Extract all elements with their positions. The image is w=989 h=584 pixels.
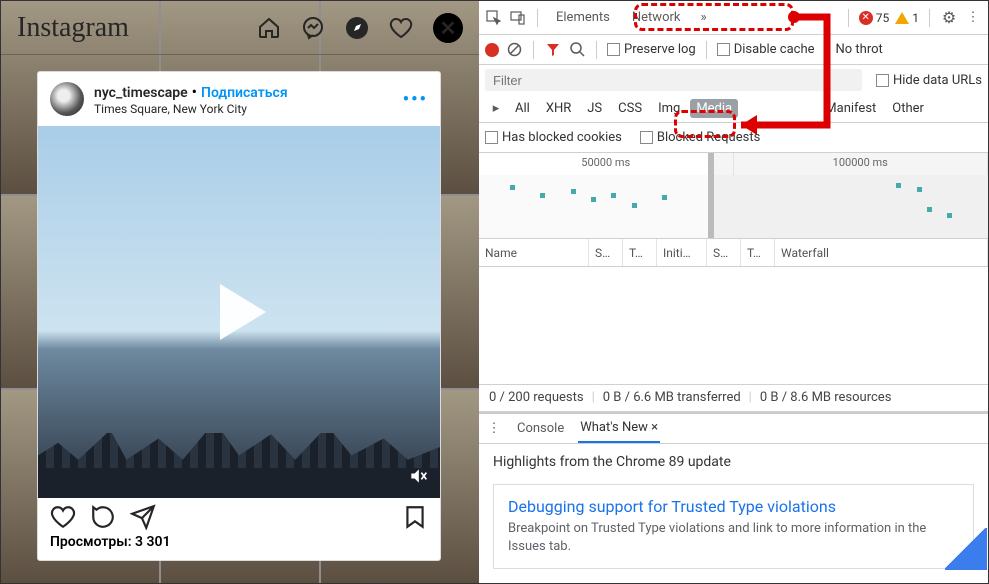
disable-cache-checkbox[interactable]: Disable cache: [717, 42, 815, 57]
messenger-icon[interactable]: [301, 16, 325, 40]
ig-topbar: Instagram ✕: [1, 1, 479, 55]
network-toolbar: Preserve log Disable cache No throt: [479, 35, 988, 65]
timeline-handle[interactable]: [708, 153, 714, 238]
filter-other[interactable]: Other: [886, 99, 930, 118]
col-waterfall[interactable]: Waterfall: [775, 239, 988, 266]
mute-icon[interactable]: [408, 466, 428, 486]
card-title: Debugging support for Trusted Type viola…: [508, 497, 959, 516]
post-header: nyc_timescape • Подписаться Times Square…: [38, 72, 440, 126]
request-type-filters: ▸ All XHR JS CSS Img Media Font WS Manif…: [479, 95, 988, 123]
col-time[interactable]: T…: [741, 239, 775, 266]
drawer-tab-console[interactable]: Console: [515, 421, 566, 436]
kebab-menu-icon[interactable]: ⋮: [964, 9, 982, 27]
post-location[interactable]: Times Square, New York City: [94, 102, 397, 116]
warning-icon: [895, 12, 909, 24]
requests-table-header: Name S… T… Initi… S… T… Waterfall: [479, 239, 988, 267]
hide-data-urls-checkbox[interactable]: Hide data URLs: [876, 73, 982, 88]
post-footer: Просмотры: 3 301: [38, 498, 440, 560]
tab-network[interactable]: Network: [624, 10, 689, 25]
devtools-pane: Elements Network » ✕ 75 1 ⚙ ⋮ Preserve l…: [479, 1, 988, 583]
like-icon[interactable]: [50, 504, 76, 530]
filter-icon[interactable]: [544, 41, 562, 59]
subscribe-link[interactable]: Подписаться: [201, 85, 288, 101]
devtools-drawer: ⋮ Console What's New × Highlights from t…: [479, 412, 988, 583]
share-icon[interactable]: [130, 504, 156, 530]
post-username[interactable]: nyc_timescape: [94, 85, 188, 101]
filter-css[interactable]: CSS: [612, 99, 648, 118]
requests-table-body: [479, 267, 988, 384]
filter-js[interactable]: JS: [581, 99, 608, 118]
avatar[interactable]: [50, 82, 84, 116]
heart-icon[interactable]: [389, 16, 413, 40]
filter-xhr[interactable]: XHR: [540, 99, 577, 118]
gear-icon[interactable]: ⚙: [940, 9, 958, 27]
warning-count[interactable]: 1: [895, 11, 919, 25]
inspect-element-icon[interactable]: [485, 9, 503, 27]
play-icon[interactable]: ▸: [487, 100, 505, 118]
col-initiator[interactable]: Initi…: [657, 239, 707, 266]
tab-elements[interactable]: Elements: [548, 10, 618, 25]
col-type[interactable]: T…: [623, 239, 657, 266]
filter-img[interactable]: Img: [652, 99, 686, 118]
ig-post-card: nyc_timescape • Подписаться Times Square…: [37, 71, 441, 561]
error-number: 75: [876, 11, 890, 25]
network-status-bar: 0 / 200 requests | 0 B / 6.6 MB transfer…: [479, 384, 988, 412]
card-body: Breakpoint on Trusted Type violations an…: [508, 520, 959, 556]
post-video[interactable]: [38, 126, 440, 498]
record-icon[interactable]: [485, 43, 499, 57]
whatsnew-card[interactable]: Debugging support for Trusted Type viola…: [493, 484, 974, 569]
filter-row: Hide data URLs: [479, 65, 988, 95]
error-icon: ✕: [859, 11, 873, 25]
card-corner-decoration: [945, 528, 987, 570]
blocked-filters-row: Has blocked cookies Blocked Requests: [479, 123, 988, 153]
more-options-icon[interactable]: •••: [403, 89, 428, 110]
whatsnew-headline: Highlights from the Chrome 89 update: [479, 444, 988, 474]
timeline-tick-2: 100000 ms: [734, 153, 989, 175]
search-icon[interactable]: [568, 41, 586, 59]
error-count[interactable]: ✕ 75: [859, 11, 890, 25]
device-toggle-icon[interactable]: [509, 9, 527, 27]
comment-icon[interactable]: [90, 504, 116, 530]
col-size[interactable]: S…: [707, 239, 741, 266]
filter-manifest[interactable]: Manifest: [819, 99, 882, 118]
close-tab-icon[interactable]: ×: [651, 420, 658, 435]
throttling-dropdown[interactable]: No throt: [836, 42, 883, 57]
status-transferred: 0 B / 6.6 MB transferred: [603, 390, 741, 405]
view-count: Просмотры: 3 301: [50, 534, 428, 550]
ig-logo: Instagram: [17, 12, 257, 44]
close-icon[interactable]: ✕: [433, 13, 463, 43]
warning-number: 1: [912, 11, 919, 25]
col-status[interactable]: S…: [589, 239, 623, 266]
play-icon[interactable]: [220, 284, 266, 340]
blocked-cookies-checkbox[interactable]: Has blocked cookies: [485, 130, 622, 145]
status-resources: 0 B / 8.6 MB resources: [760, 390, 892, 405]
network-timeline[interactable]: 50000 ms 100000 ms: [479, 153, 988, 239]
preserve-log-checkbox[interactable]: Preserve log: [607, 42, 696, 57]
home-icon[interactable]: [257, 16, 281, 40]
filter-all[interactable]: All: [509, 99, 536, 118]
timeline-tick-1: 50000 ms: [479, 153, 734, 175]
status-requests: 0 / 200 requests: [489, 390, 584, 405]
filter-media[interactable]: Media: [690, 99, 738, 118]
explore-icon[interactable]: [345, 16, 369, 40]
instagram-pane: Instagram ✕ nyc_timescape •: [1, 1, 479, 583]
col-name[interactable]: Name: [479, 239, 589, 266]
devtools-main-tabs: Elements Network » ✕ 75 1 ⚙ ⋮: [479, 1, 988, 35]
clear-icon[interactable]: [505, 41, 523, 59]
drawer-kebab-icon[interactable]: ⋮: [485, 419, 503, 437]
drawer-tab-whatsnew[interactable]: What's New ×: [578, 413, 660, 443]
separator-dot: •: [192, 82, 197, 101]
filter-input[interactable]: [485, 69, 862, 91]
blocked-requests-checkbox[interactable]: Blocked Requests: [640, 130, 760, 145]
chevron-double-right-icon[interactable]: »: [695, 9, 713, 27]
skyline-graphic: [38, 413, 440, 498]
save-bookmark-icon[interactable]: [402, 504, 428, 530]
